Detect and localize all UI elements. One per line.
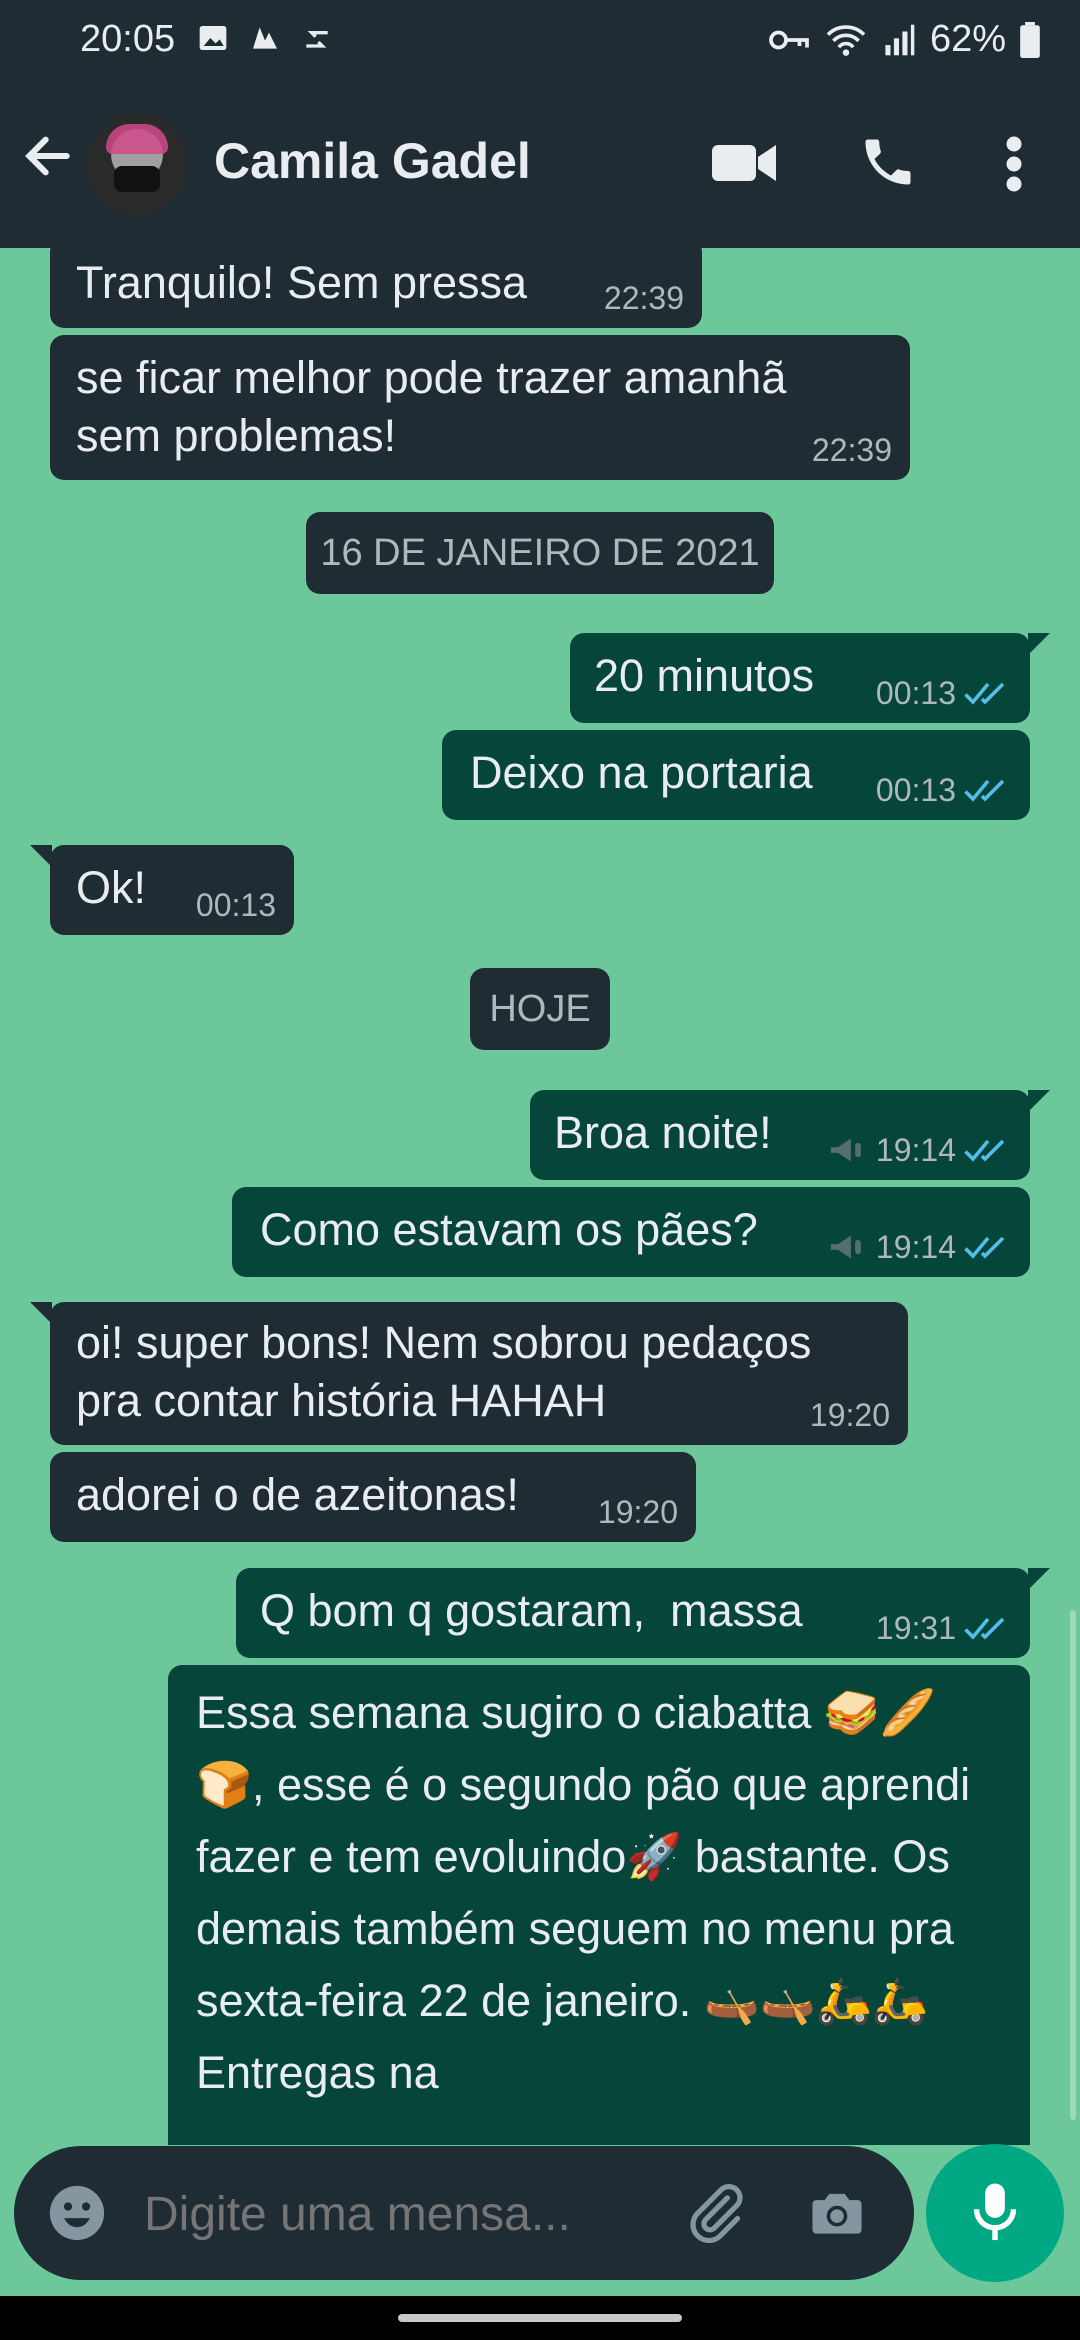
video-call-icon[interactable] — [712, 140, 776, 186]
camera-icon[interactable] — [806, 2182, 868, 2244]
message-meta: 19:20 — [810, 1397, 890, 1433]
message-outgoing[interactable]: Como estavam os pães? 19:14 — [232, 1187, 1030, 1277]
transfer-icon — [306, 31, 328, 48]
message-time: 00:13 — [875, 772, 956, 808]
message-outgoing[interactable]: Deixo na portaria 00:13 — [442, 730, 1030, 820]
message-meta: 19:31 — [876, 1610, 1012, 1646]
status-time: 20:05 — [80, 18, 176, 60]
message-composer — [14, 2146, 914, 2280]
chat-header: Camila Gadel — [0, 80, 1080, 248]
scrollbar[interactable] — [1070, 1610, 1076, 2120]
bubble-tail — [1028, 1568, 1050, 1590]
battery-icon — [1020, 21, 1040, 58]
microphone-icon — [973, 2183, 1017, 2241]
notification-icons — [196, 22, 334, 54]
forwarded-megaphone-icon — [830, 1138, 861, 1162]
message-meta: 19:14 — [828, 1132, 1012, 1168]
message-outgoing[interactable]: 20 minutos 00:13 — [570, 633, 1030, 723]
status-right: 62% — [768, 18, 1040, 61]
read-ticks-icon — [964, 1236, 1005, 1259]
message-meta: 00:13 — [876, 675, 1012, 711]
message-time: 19:14 — [875, 1132, 956, 1168]
message-incoming[interactable]: Tranquilo! Sem pressa 22:39 — [50, 238, 702, 328]
message-time: 19:14 — [875, 1229, 956, 1265]
date-divider: 16 DE JANEIRO DE 2021 — [306, 512, 774, 594]
bubble-tail — [1028, 1090, 1050, 1112]
message-meta: 22:39 — [812, 432, 892, 468]
avatar[interactable] — [86, 114, 188, 216]
read-ticks-icon — [964, 682, 1005, 705]
forwarded-megaphone-icon — [830, 1235, 861, 1259]
status-bar: 20:05 62% — [0, 0, 1080, 80]
message-text: 20 minutos — [594, 650, 815, 701]
bubble-tail — [1028, 633, 1050, 655]
emoji-icon[interactable] — [46, 2182, 108, 2244]
message-meta: 19:14 — [828, 1229, 1012, 1265]
bubble-tail — [30, 1302, 52, 1324]
message-time: 22:39 — [603, 280, 684, 316]
signal-icon — [885, 24, 915, 55]
message-time: 22:39 — [811, 432, 892, 468]
message-meta: 19:20 — [598, 1494, 678, 1530]
app-icon — [253, 27, 277, 49]
message-text: Essa semana sugiro o ciabatta 🥪🥖🍞, esse … — [196, 1687, 971, 2098]
message-incoming[interactable]: oi! super bons! Nem sobrou pedaços pra c… — [50, 1302, 908, 1445]
more-options-icon[interactable] — [1000, 134, 1028, 194]
wifi-icon — [826, 24, 866, 56]
message-outgoing[interactable]: Broa noite! 19:14 — [530, 1090, 1030, 1180]
phone-call-icon[interactable] — [858, 132, 918, 192]
message-time: 00:13 — [875, 675, 956, 711]
home-gesture-handle[interactable] — [398, 2314, 682, 2322]
message-text: Ok! — [76, 862, 147, 913]
system-nav-bar — [0, 2296, 1080, 2340]
message-input[interactable] — [142, 2176, 666, 2252]
message-text: adorei o de azeitonas! — [76, 1469, 519, 1520]
bubble-tail — [30, 845, 52, 867]
read-ticks-icon — [964, 779, 1005, 802]
message-text: Como estavam os pães? — [260, 1204, 758, 1255]
message-incoming[interactable]: Ok! 00:13 — [50, 845, 294, 935]
message-incoming[interactable]: adorei o de azeitonas! 19:20 — [50, 1452, 696, 1542]
message-outgoing[interactable]: Q bom q gostaram, massa 19:31 — [236, 1568, 1030, 1658]
message-text: Deixo na portaria — [470, 747, 813, 798]
message-text: se ficar melhor pode trazer amanhã sem p… — [76, 352, 787, 461]
contact-name[interactable]: Camila Gadel — [214, 132, 531, 190]
image-icon — [199, 26, 227, 50]
message-text: Q bom q gostaram, massa — [260, 1585, 803, 1636]
voice-message-button[interactable] — [926, 2144, 1064, 2282]
message-text: Tranquilo! Sem pressa — [76, 257, 528, 308]
read-ticks-icon — [964, 1617, 1005, 1640]
message-text: oi! super bons! Nem sobrou pedaços pra c… — [76, 1317, 812, 1426]
message-time: 19:20 — [809, 1397, 890, 1433]
read-ticks-icon — [964, 1139, 1005, 1162]
message-meta: 00:13 — [876, 772, 1012, 808]
message-outgoing[interactable]: Essa semana sugiro o ciabatta 🥪🥖🍞, esse … — [168, 1665, 1030, 2145]
message-time: 19:20 — [597, 1494, 678, 1530]
key-icon — [769, 30, 809, 49]
message-time: 00:13 — [195, 887, 276, 923]
battery-percent: 62% — [929, 18, 1006, 60]
back-arrow-icon[interactable] — [20, 128, 76, 184]
message-meta: 22:39 — [604, 280, 684, 316]
message-meta: 00:13 — [196, 887, 276, 923]
message-text: Broa noite! — [554, 1107, 772, 1158]
message-incoming[interactable]: se ficar melhor pode trazer amanhã sem p… — [50, 335, 910, 480]
attach-paperclip-icon[interactable] — [682, 2180, 748, 2246]
message-time: 19:31 — [875, 1610, 956, 1646]
date-divider: HOJE — [470, 968, 610, 1050]
